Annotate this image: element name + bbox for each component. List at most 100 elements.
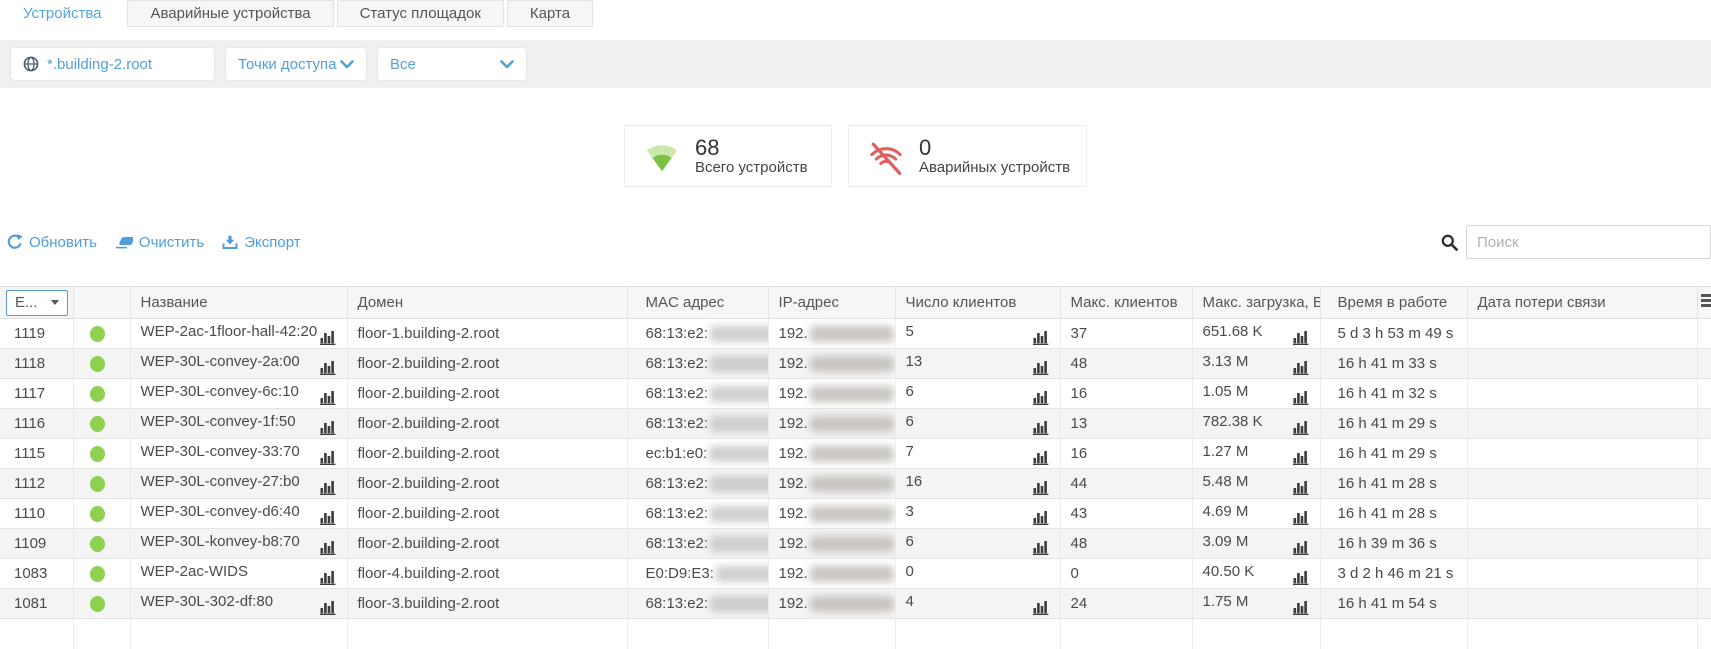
chart-icon[interactable] <box>1293 330 1310 345</box>
ip-prefix: 192. <box>779 595 808 612</box>
chart-icon[interactable] <box>320 390 337 405</box>
chart-icon[interactable] <box>320 480 337 495</box>
status-online-dot <box>90 416 105 432</box>
chart-icon[interactable] <box>1293 420 1310 435</box>
table-row[interactable]: 1109 WEP-30L-konvey-b8:70 floor-2.buildi… <box>0 529 1711 559</box>
chart-icon[interactable] <box>1033 360 1050 375</box>
chart-icon[interactable] <box>1033 540 1050 555</box>
chart-icon[interactable] <box>320 540 337 555</box>
search-input[interactable] <box>1466 225 1711 259</box>
table-row[interactable]: 1117 WEP-30L-convey-6c:10 floor-2.buildi… <box>0 379 1711 409</box>
chart-icon[interactable] <box>1033 330 1050 345</box>
chevron-down-icon <box>500 60 514 69</box>
device-name: WEP-30L-konvey-b8:70 <box>141 533 300 550</box>
column-header-max-clients[interactable]: Макс. клиентов <box>1060 287 1192 319</box>
column-header-loss-date[interactable]: Дата потери связи <box>1467 287 1697 319</box>
chart-icon[interactable] <box>1033 390 1050 405</box>
column-header-domain[interactable]: Домен <box>347 287 627 319</box>
status-online-dot <box>90 596 105 612</box>
export-button[interactable]: Экспорт <box>222 234 300 251</box>
tab-label: Устройства <box>23 5 101 22</box>
chart-icon[interactable] <box>320 420 337 435</box>
chart-icon[interactable] <box>1033 600 1050 615</box>
device-load-cell: 5.48 M <box>1192 469 1320 499</box>
alarm-devices-label: Аварийных устройств <box>919 159 1070 176</box>
device-mac-cell: 68:13:e2: <box>627 469 768 499</box>
refresh-button[interactable]: Обновить <box>7 234 97 251</box>
chart-icon[interactable] <box>320 330 337 345</box>
column-header-status[interactable] <box>73 287 130 319</box>
chart-icon[interactable] <box>1033 450 1050 465</box>
tab-alarm-devices[interactable]: Аварийные устройства <box>127 0 333 27</box>
table-row[interactable]: 1115 WEP-30L-convey-33:70 floor-2.buildi… <box>0 439 1711 469</box>
domain-filter-input[interactable]: *.building-2.root <box>10 47 215 81</box>
mac-prefix: E0:D9:E3: <box>646 565 714 582</box>
chart-icon[interactable] <box>1293 600 1310 615</box>
device-id: 1083 <box>0 559 73 589</box>
row-edge-cell <box>1697 559 1711 589</box>
table-row[interactable]: 1119 WEP-2ac-1floor-hall-42:20 floor-1.b… <box>0 319 1711 349</box>
column-header-ip[interactable]: IP-адрес <box>768 287 895 319</box>
total-devices-label: Всего устройств <box>695 159 808 176</box>
device-type-select[interactable]: Точки доступа <box>225 47 367 81</box>
mac-prefix: 68:13:e2: <box>646 385 709 402</box>
chart-icon[interactable] <box>320 510 337 525</box>
chart-icon[interactable] <box>1293 510 1310 525</box>
chart-icon[interactable] <box>1033 510 1050 525</box>
device-clients-cell: 7 <box>895 439 1060 469</box>
tab-site-status[interactable]: Статус площадок <box>337 0 504 27</box>
table-row[interactable]: 1083 WEP-2ac-WIDS floor-4.building-2.roo… <box>0 559 1711 589</box>
column-header-clients[interactable]: Число клиентов <box>895 287 1060 319</box>
device-mac-cell: 68:13:e2: <box>627 499 768 529</box>
uptime: 3 d 2 h 46 m 21 s <box>1320 559 1467 589</box>
chart-icon[interactable] <box>1293 450 1310 465</box>
table-row[interactable]: 1081 WEP-30L-302-df:80 floor-3.building-… <box>0 589 1711 619</box>
device-ip-cell: 192. <box>768 529 895 559</box>
table-row[interactable]: 1118 WEP-30L-convey-2a:00 floor-2.buildi… <box>0 349 1711 379</box>
chart-icon[interactable] <box>1293 390 1310 405</box>
device-domain: floor-2.building-2.root <box>347 499 627 529</box>
column-header-uptime[interactable]: Время в работе <box>1320 287 1467 319</box>
max-load: 5.48 M <box>1203 473 1249 490</box>
table-row[interactable]: 1110 WEP-30L-convey-d6:40 floor-2.buildi… <box>0 499 1711 529</box>
column-menu-icon[interactable] <box>1701 292 1711 310</box>
column-header-name[interactable]: Название <box>130 287 347 319</box>
column-header-menu[interactable] <box>1697 287 1711 319</box>
chart-icon[interactable] <box>1293 570 1310 585</box>
chart-icon[interactable] <box>320 360 337 375</box>
chart-icon[interactable] <box>1033 420 1050 435</box>
device-load-cell: 782.38 K <box>1192 409 1320 439</box>
table-row[interactable]: 1112 WEP-30L-convey-27:b0 floor-2.buildi… <box>0 469 1711 499</box>
redacted-mac <box>709 446 768 462</box>
max-clients: 48 <box>1060 349 1192 379</box>
max-clients: 16 <box>1060 379 1192 409</box>
loss-date <box>1467 499 1697 529</box>
chart-icon[interactable] <box>320 600 337 615</box>
chart-icon[interactable] <box>1293 480 1310 495</box>
column-header-id[interactable]: Е... <box>0 287 73 319</box>
redacted-ip <box>810 446 894 462</box>
device-domain: floor-4.building-2.root <box>347 559 627 589</box>
chart-icon[interactable] <box>1033 480 1050 495</box>
column-header-max-load[interactable]: Макс. загрузка, Б/с <box>1192 287 1320 319</box>
loss-date <box>1467 559 1697 589</box>
id-sort-box[interactable]: Е... <box>6 290 68 316</box>
device-name-cell: WEP-2ac-1floor-hall-42:20 <box>130 319 347 349</box>
chart-icon[interactable] <box>1293 360 1310 375</box>
redacted-mac <box>716 566 768 582</box>
clear-button[interactable]: Очистить <box>115 234 204 251</box>
tab-map[interactable]: Карта <box>507 0 593 27</box>
ip-prefix: 192. <box>779 385 808 402</box>
redacted-mac <box>710 416 768 432</box>
device-domain: floor-3.building-2.root <box>347 589 627 619</box>
chart-icon[interactable] <box>320 570 337 585</box>
tab-devices[interactable]: Устройства <box>0 0 124 27</box>
device-ip-cell: 192. <box>768 469 895 499</box>
loss-date <box>1467 349 1697 379</box>
column-header-mac[interactable]: MAC адрес <box>627 287 768 319</box>
chart-icon[interactable] <box>320 450 337 465</box>
state-select[interactable]: Все <box>377 47 527 81</box>
chart-icon[interactable] <box>1293 540 1310 555</box>
table-row[interactable]: 1116 WEP-30L-convey-1f:50 floor-2.buildi… <box>0 409 1711 439</box>
total-devices-card: 68 Всего устройств <box>624 125 832 187</box>
